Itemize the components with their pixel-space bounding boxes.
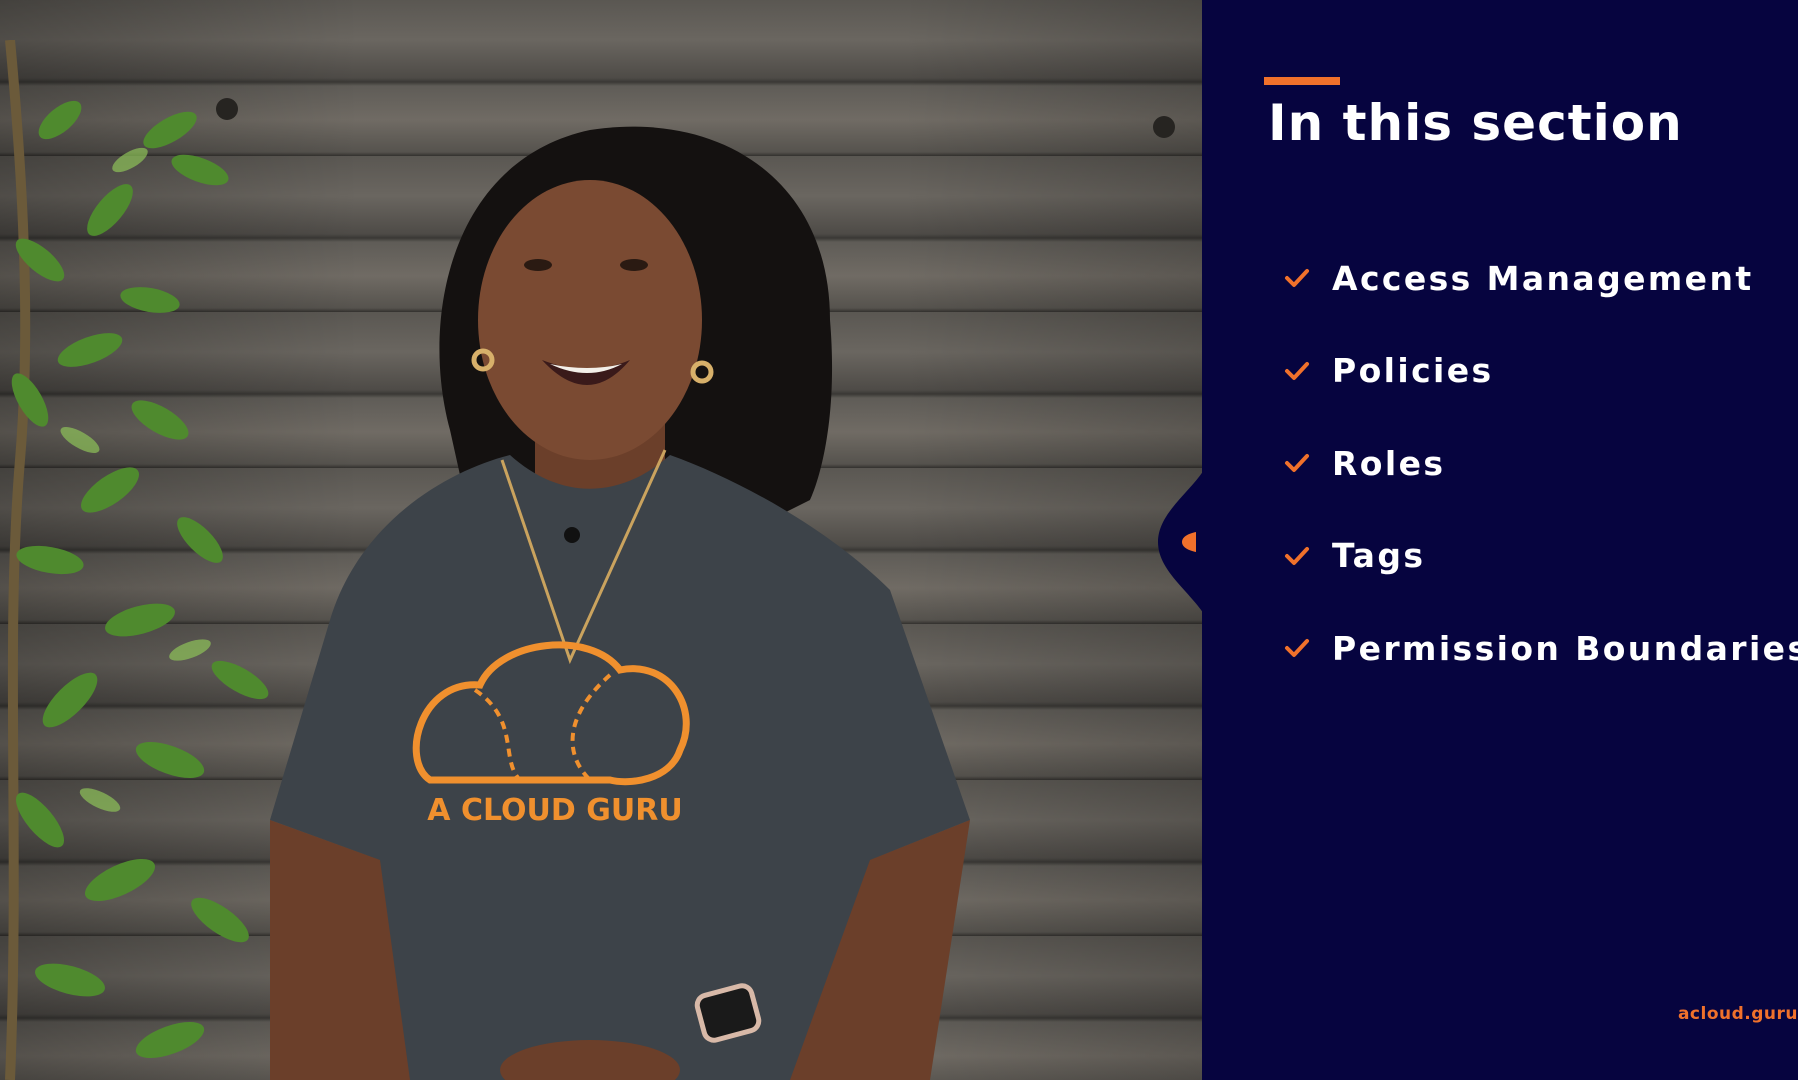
- topic-label: Tags: [1332, 536, 1426, 576]
- topic-item-tags: Tags: [1284, 510, 1798, 603]
- check-icon: [1285, 269, 1309, 288]
- video-frame: A CLOUD GURU In this section Access Mana…: [0, 0, 1798, 1080]
- topic-label: Permission Boundaries: [1332, 628, 1798, 668]
- check-icon: [1285, 454, 1309, 473]
- check-icon: [1285, 639, 1309, 658]
- panel-notch: [1158, 470, 1204, 614]
- presenter-video: A CLOUD GURU: [0, 0, 1202, 1080]
- topic-label: Roles: [1332, 443, 1446, 483]
- wall-knot: [1153, 116, 1175, 138]
- brand-watermark: acloud.guru: [1677, 1004, 1798, 1024]
- topic-item-policies: Policies: [1284, 325, 1798, 418]
- topic-item-access-management: Access Management: [1284, 232, 1798, 325]
- check-icon: [1285, 361, 1309, 380]
- topic-list: Access Management Policies Roles Tags Pe…: [1284, 232, 1798, 695]
- check-icon: [1285, 546, 1309, 565]
- section-title: In this section: [1268, 94, 1683, 152]
- topic-label: Access Management: [1332, 258, 1754, 298]
- presenter-image: A CLOUD GURU: [270, 126, 970, 1080]
- topic-label: Policies: [1332, 351, 1494, 391]
- title-accent-bar: [1264, 77, 1340, 85]
- shirt-logo-text: A CLOUD GURU: [427, 793, 682, 828]
- topic-item-permission-boundaries: Permission Boundaries: [1284, 602, 1798, 695]
- topic-item-roles: Roles: [1284, 417, 1798, 510]
- section-panel: In this section Access Management Polici…: [1202, 0, 1798, 1080]
